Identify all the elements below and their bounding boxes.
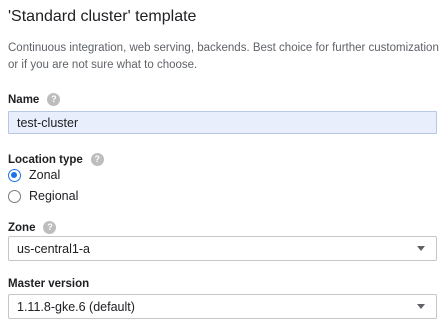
- name-label: Name: [8, 93, 40, 106]
- radio-zonal-label: Zonal: [29, 168, 61, 182]
- master-version-select[interactable]: 1.11.8-gke.6 (default): [8, 294, 437, 319]
- radio-regional-label: Regional: [29, 189, 79, 203]
- radio-zonal[interactable]: Zonal: [8, 168, 60, 182]
- cluster-name-value: test-cluster: [17, 115, 79, 130]
- zone-label-row: Zone ?: [8, 221, 57, 234]
- master-version-select-value: 1.11.8-gke.6 (default): [17, 299, 135, 314]
- name-label-row: Name ?: [8, 93, 61, 106]
- radio-zonal-indicator[interactable]: [8, 168, 21, 182]
- cluster-name-input[interactable]: test-cluster: [8, 111, 437, 134]
- page-title: 'Standard cluster' template: [8, 8, 197, 25]
- master-version-label-row: Master version: [8, 278, 89, 290]
- zone-help-icon[interactable]: ?: [43, 221, 57, 234]
- chevron-down-icon: [417, 246, 425, 251]
- zone-select[interactable]: us-central1-a: [8, 236, 437, 261]
- chevron-down-icon: [417, 304, 425, 309]
- name-help-icon[interactable]: ?: [47, 93, 61, 106]
- radio-regional[interactable]: Regional: [8, 189, 78, 203]
- location-type-help-icon[interactable]: ?: [90, 153, 104, 166]
- zone-label: Zone: [8, 221, 36, 234]
- template-description: Continuous integration, web serving, bac…: [8, 42, 439, 71]
- master-version-label: Master version: [8, 278, 90, 290]
- zone-select-value: us-central1-a: [17, 241, 90, 256]
- location-type-label: Location type: [8, 153, 83, 166]
- location-type-label-row: Location type ?: [8, 153, 104, 166]
- radio-regional-indicator[interactable]: [8, 189, 21, 203]
